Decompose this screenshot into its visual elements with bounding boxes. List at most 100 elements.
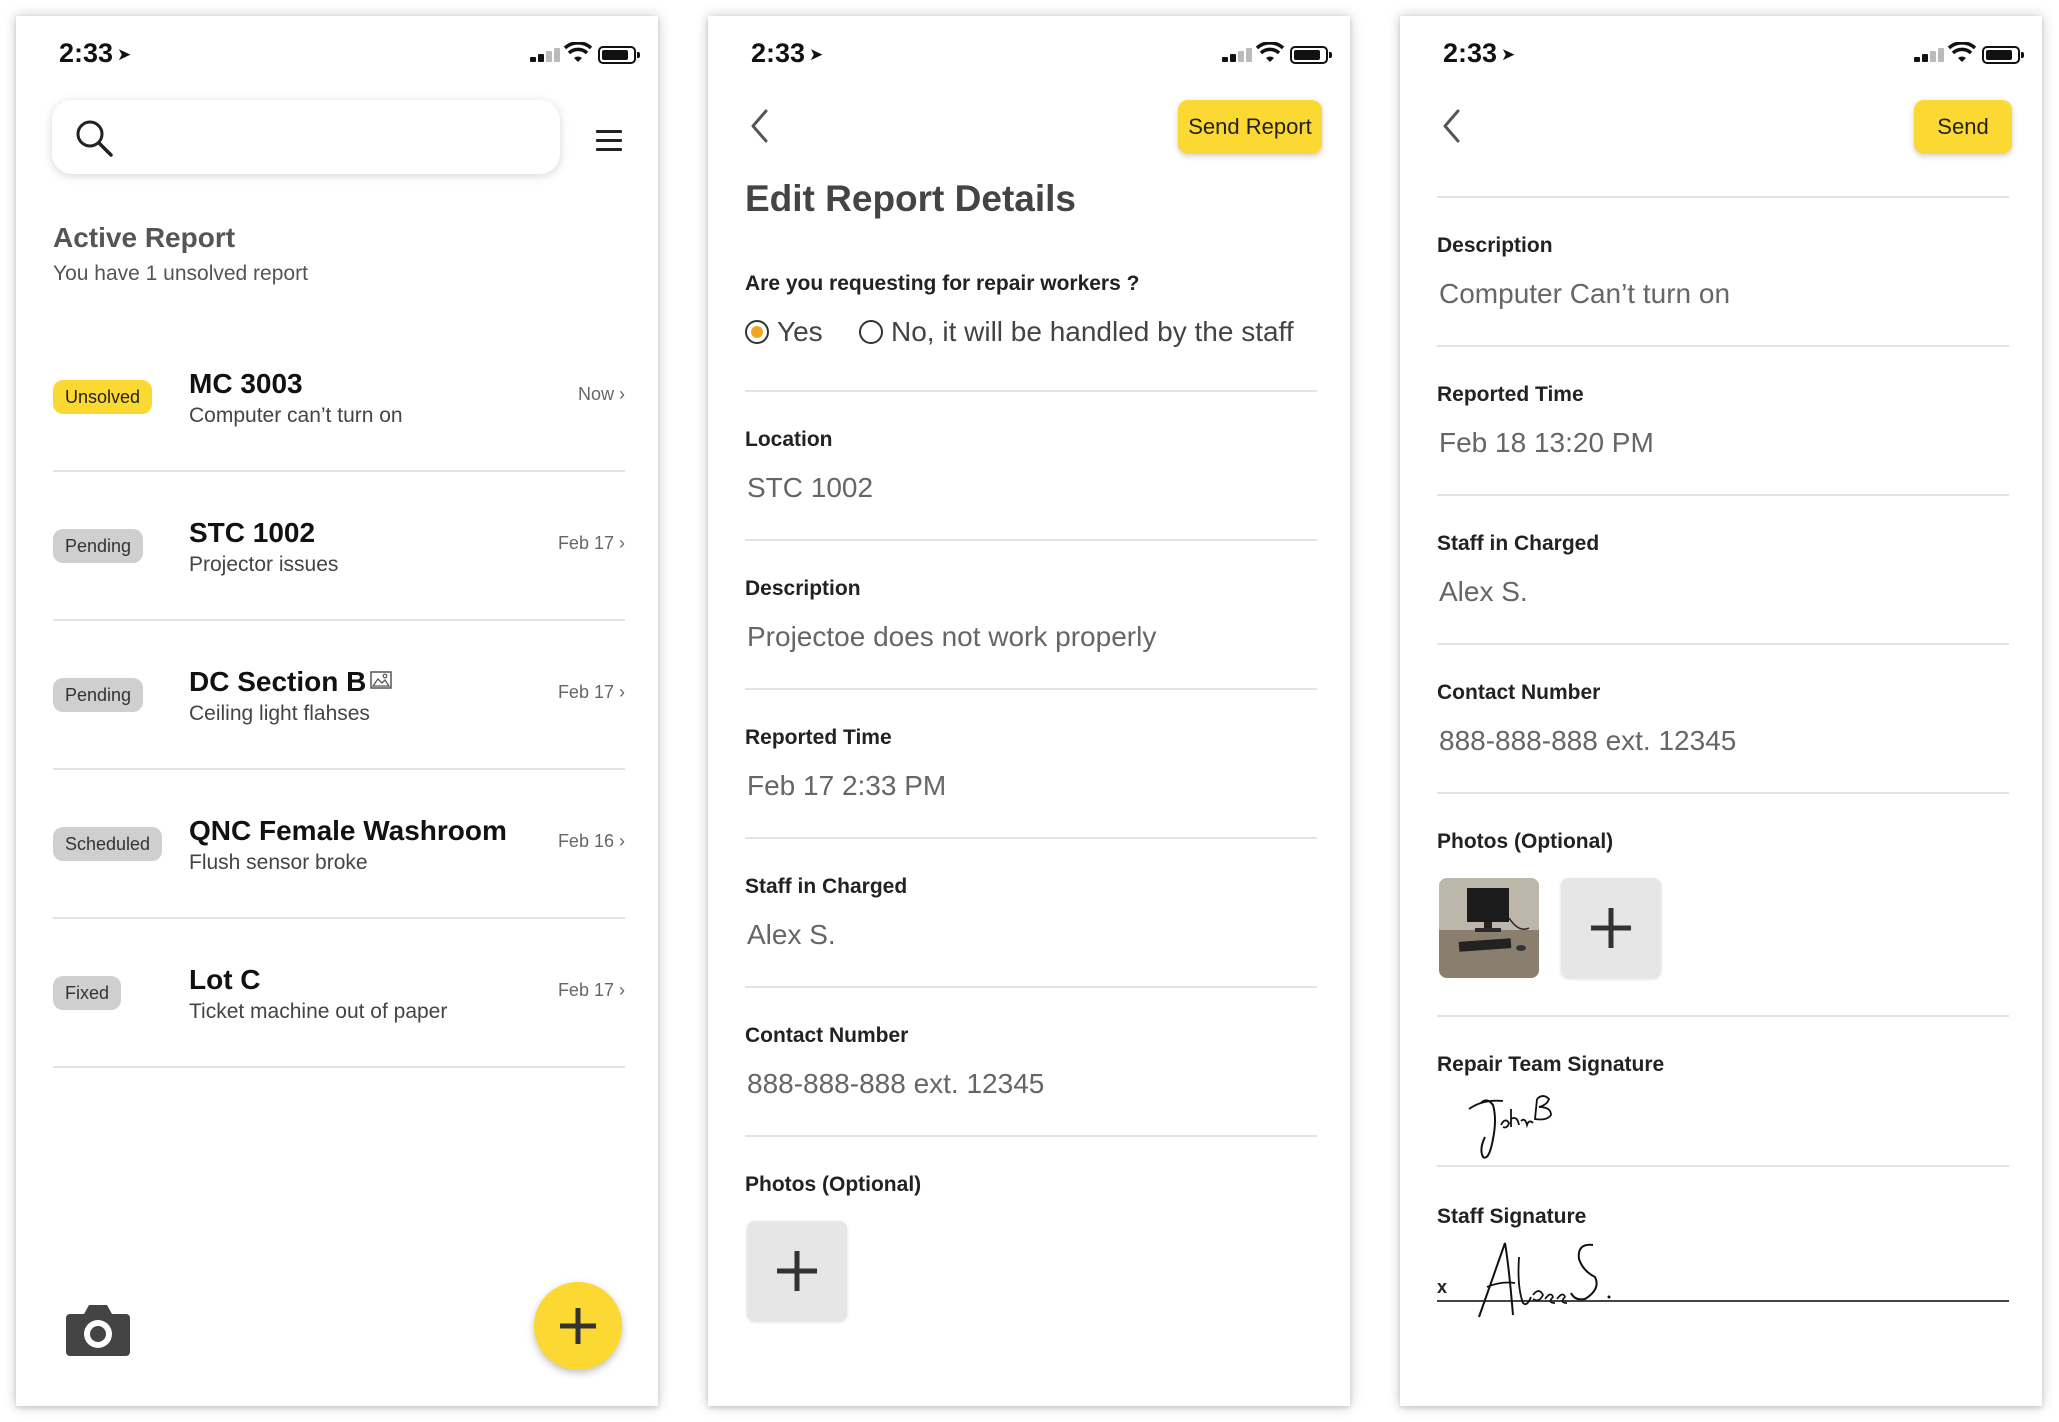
radio-label: Yes (777, 316, 823, 347)
signature-x-mark: x (1437, 1277, 1448, 1297)
report-title: Lot C (189, 964, 261, 995)
contact-number-field[interactable]: Contact Number 888-888-888 ext. 12345 (745, 986, 1317, 1135)
send-button[interactable]: Send (1914, 100, 2012, 154)
field-value: Feb 17 2:33 PM (747, 770, 947, 801)
field-label: Description (1437, 234, 1553, 257)
location-arrow-icon: ➤ (809, 45, 824, 64)
status-badge: Fixed (53, 976, 122, 1010)
report-date: Feb 17 (557, 682, 614, 702)
chevron-right-icon: › (619, 384, 625, 404)
status-bar: 2:33 ➤ (1400, 16, 2042, 86)
location-arrow-icon: ➤ (117, 45, 132, 64)
page-title: Active Report (53, 222, 236, 253)
report-row[interactable]: Pending STC 1002 Projector issues Feb 17… (53, 473, 625, 621)
edit-report-screen: 2:33 ➤ Send Report Edit Report Details Ar… (708, 16, 1350, 1406)
field-value: Projectoe does not work properly (747, 621, 1157, 652)
field-label: Staff in Charged (1437, 532, 1600, 555)
report-row[interactable]: Fixed Lot C Ticket machine out of paper … (53, 920, 625, 1068)
report-title: QNC Female Washroom (189, 815, 507, 846)
page-subtitle: You have 1 unsolved report (53, 262, 308, 285)
report-date: Now (577, 384, 614, 404)
field-label: Reported Time (745, 726, 892, 749)
field-label: Reported Time (1437, 383, 1584, 406)
report-title: DC Section B (189, 666, 367, 697)
report-row[interactable]: Scheduled QNC Female Washroom Flush sens… (53, 771, 625, 919)
radio-option-no[interactable]: No, it will be handled by the staff (859, 316, 1294, 348)
chevron-right-icon: › (619, 533, 625, 553)
staff-field[interactable]: Staff in Charged Alex S. (745, 837, 1317, 986)
photos-section: Photos (Optional) (745, 1135, 1317, 1335)
staff-field: Staff in Charged Alex S. (1437, 494, 2009, 643)
field-label: Description (745, 577, 861, 600)
wifi-icon (564, 42, 592, 62)
status-badge: Scheduled (53, 827, 163, 861)
report-title: STC 1002 (189, 517, 316, 548)
repair-question: Are you requesting for repair workers ? (745, 272, 1140, 295)
page-title: Edit Report Details (745, 178, 1076, 219)
status-time: 2:33 (751, 38, 806, 68)
reported-time-field[interactable]: Reported Time Feb 17 2:33 PM (745, 688, 1317, 837)
add-photo-button[interactable] (1561, 878, 1661, 978)
report-row[interactable]: Unsolved MC 3003 Computer can’t turn on … (53, 324, 625, 472)
field-label: Location (745, 428, 833, 451)
computer-photo-image (1439, 878, 1539, 978)
status-bar: 2:33 ➤ (16, 16, 658, 86)
chevron-right-icon: › (619, 831, 625, 851)
chevron-right-icon: › (619, 682, 625, 702)
report-date: Feb 17 (557, 533, 614, 553)
chevron-right-icon: › (619, 980, 625, 1000)
add-photo-button[interactable] (747, 1221, 847, 1321)
field-label: Staff in Charged (745, 875, 908, 898)
send-report-button[interactable]: Send Report (1178, 100, 1322, 154)
field-value: STC 1002 (747, 472, 874, 503)
location-field[interactable]: Location STC 1002 (745, 390, 1317, 539)
description-field[interactable]: Description Projectoe does not work prop… (745, 539, 1317, 688)
report-description: Flush sensor broke (189, 851, 368, 874)
battery-icon (598, 46, 640, 64)
repair-signature-section[interactable]: Repair Team Signature (1437, 1017, 2009, 1167)
field-label: Contact Number (1437, 681, 1601, 704)
field-value: 888-888-888 ext. 12345 (1439, 725, 1737, 756)
back-chevron-icon[interactable] (748, 108, 772, 144)
report-description: Computer can’t turn on (189, 404, 403, 427)
report-description: Projector issues (189, 553, 339, 576)
radio-option-yes[interactable]: Yes (745, 316, 823, 348)
report-row[interactable]: Pending DC Section B Ceiling light flahs… (53, 622, 625, 770)
status-badge: Pending (53, 529, 144, 563)
status-time: 2:33 (1443, 38, 1498, 68)
back-chevron-icon[interactable] (1440, 108, 1464, 144)
radio-unselected-icon (859, 320, 883, 344)
status-badge: Unsolved (53, 380, 153, 414)
repair-team-signature-image (1468, 1095, 1552, 1159)
photo-thumbnail[interactable] (1439, 878, 1539, 978)
description-field: Description Computer Can’t turn on (1437, 196, 2009, 345)
wifi-icon (1256, 42, 1284, 62)
radio-selected-icon (745, 320, 769, 344)
field-value: Alex S. (747, 919, 836, 950)
staff-signature-section[interactable]: Staff Signature x (1437, 1167, 2009, 1318)
report-description: Ceiling light flahses (189, 702, 370, 725)
add-report-button[interactable] (534, 1282, 622, 1370)
field-value: Alex S. (1439, 576, 1528, 607)
report-date: Feb 17 (557, 980, 614, 1000)
status-time: 2:33 (59, 38, 114, 68)
field-label: Photos (Optional) (745, 1173, 922, 1196)
staff-signature-image (1478, 1242, 1611, 1318)
location-arrow-icon: ➤ (1501, 45, 1516, 64)
menu-icon[interactable] (596, 130, 624, 152)
radio-label: No, it will be handled by the staff (891, 316, 1294, 347)
contact-number-field: Contact Number 888-888-888 ext. 12345 (1437, 643, 2009, 792)
image-attachment-icon (370, 671, 393, 689)
field-label: Photos (Optional) (1437, 830, 1614, 853)
field-label: Contact Number (745, 1024, 909, 1047)
signal-icon (530, 48, 560, 62)
report-description: Ticket machine out of paper (189, 1000, 448, 1023)
battery-icon (1982, 46, 2024, 64)
report-date: Feb 16 (557, 831, 614, 851)
search-input[interactable] (52, 100, 560, 174)
report-list-screen: 2:33 ➤ Active Report You have 1 unsolved … (16, 16, 658, 1406)
camera-icon[interactable] (64, 1300, 132, 1358)
field-value: Feb 18 13:20 PM (1439, 427, 1654, 458)
battery-icon (1290, 46, 1332, 64)
report-title: MC 3003 (189, 368, 303, 399)
